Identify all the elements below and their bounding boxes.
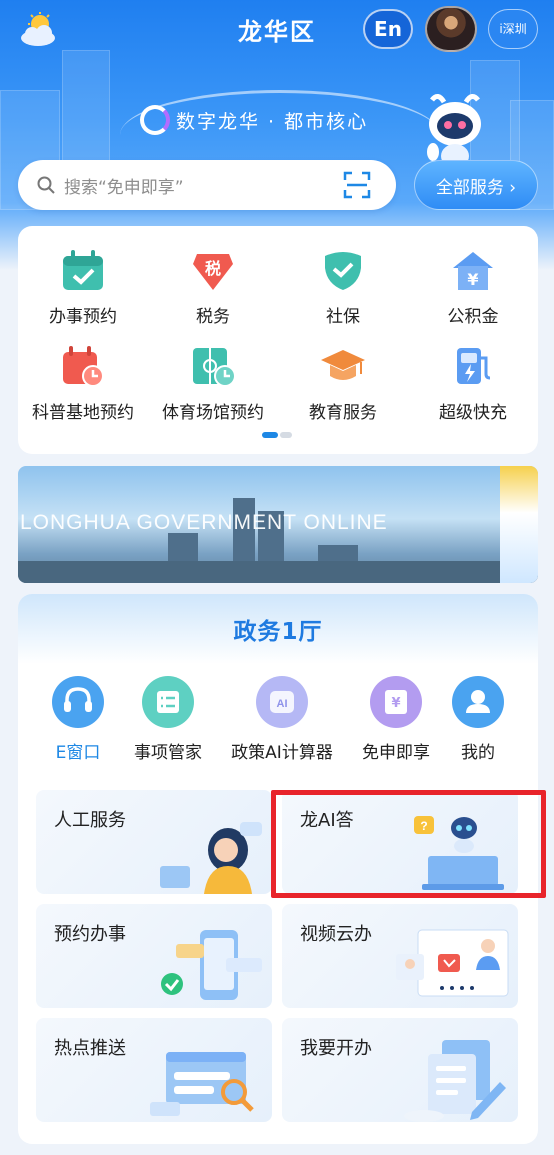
service-item-fast-charge[interactable]: 超级快充: [408, 344, 538, 423]
hall-entry-matters-manager[interactable]: 事项管家: [108, 676, 228, 763]
hall-entry-policy-ai-calculator[interactable]: AI 政策AI计算器: [222, 676, 342, 763]
service-item-housing-fund[interactable]: ¥ 公积金: [408, 248, 538, 327]
service-label: 税务: [196, 307, 230, 327]
service-label: 体育场馆预约: [162, 403, 264, 423]
service-tile-label: 我要开办: [300, 1038, 372, 1059]
promo-banner[interactable]: LONGHUA GOVERNMENT ONLINE: [18, 466, 538, 583]
service-label: 社保: [326, 307, 360, 327]
longhua-logo-icon: [140, 105, 170, 135]
housing-fund-icon: ¥: [453, 252, 493, 290]
service-label: 公积金: [447, 307, 499, 327]
service-item-science-base[interactable]: 科普基地预约: [18, 344, 148, 423]
mobile-appointment-icon: [161, 930, 262, 1000]
hall-entry-mine[interactable]: 我的: [418, 676, 538, 763]
service-item-tax[interactable]: 税 税务: [148, 248, 278, 327]
hall-title: 政务1厅: [233, 619, 323, 645]
language-toggle-button[interactable]: En: [363, 9, 413, 49]
yuan-document-icon: ¥: [370, 676, 422, 728]
user-avatar[interactable]: [425, 6, 477, 52]
all-services-button[interactable]: 全部服务 ›: [414, 160, 538, 210]
service-item-sports-venue[interactable]: 体育场馆预约: [148, 344, 278, 423]
service-tile-label: 视频云办: [300, 924, 372, 945]
hall-entry-label: 我的: [461, 743, 495, 763]
service-tile-label: 人工服务: [54, 810, 126, 831]
search-bar[interactable]: 搜索“免申即享”: [18, 160, 396, 210]
search-input[interactable]: 搜索“免申即享”: [64, 173, 342, 198]
banner-text: LONGHUA GOVERNMENT ONLINE: [20, 511, 388, 534]
city-switch-button[interactable]: i深圳: [488, 9, 538, 49]
service-tile-appointment[interactable]: 预约办事: [36, 904, 272, 1008]
calendar-check-icon: [63, 250, 103, 290]
fast-charge-icon: [457, 348, 491, 384]
service-label: 教育服务: [309, 403, 377, 423]
ai-icon: AI: [256, 676, 308, 728]
video-call-icon: [396, 929, 509, 997]
service-item-education[interactable]: 教育服务: [278, 344, 408, 423]
scan-icon[interactable]: [342, 170, 372, 200]
service-tile-hot-push[interactable]: 热点推送: [36, 1018, 272, 1122]
page-indicator: [262, 432, 292, 438]
search-document-icon: [150, 1052, 254, 1116]
hall-entry-label: 事项管家: [134, 743, 202, 763]
service-tile-manual-service[interactable]: 人工服务: [36, 790, 272, 894]
social-security-shield-icon: [325, 252, 361, 290]
header-slogan: 数字龙华 · 都市核心: [140, 104, 368, 136]
search-icon: [37, 176, 55, 194]
svg-text:税: 税: [205, 259, 221, 278]
service-tile-label: 热点推送: [54, 1038, 126, 1059]
svg-text:AI: AI: [277, 698, 288, 710]
service-item-social-security[interactable]: 社保: [278, 248, 408, 327]
robot-mascot-icon: [427, 94, 481, 168]
sports-venue-icon: [193, 348, 236, 387]
user-icon: [452, 676, 504, 728]
list-icon: [142, 676, 194, 728]
service-label: 科普基地预约: [32, 403, 134, 423]
svg-text:¥: ¥: [467, 270, 478, 289]
cityscape-decoration: [18, 561, 538, 583]
service-tile-start-business[interactable]: 我要开办: [282, 1018, 518, 1122]
tax-shield-icon: 税: [193, 254, 233, 290]
hall-entry-label: 政策AI计算器: [231, 743, 333, 763]
document-pen-icon: [404, 1040, 506, 1122]
graduation-cap-icon: [321, 350, 365, 380]
quick-services-card: 办事预约 税 税务 社保 ¥ 公积金 科普基地预约 体育场馆预约 教育服务 超级…: [18, 226, 538, 454]
service-label: 办事预约: [49, 307, 117, 327]
headset-icon: [52, 676, 104, 728]
banner-next-preview: [500, 466, 538, 583]
science-calendar-icon: [63, 346, 104, 387]
customer-service-agent-icon: [160, 822, 262, 894]
service-tile-label: 预约办事: [54, 924, 126, 945]
service-item-appointment[interactable]: 办事预约: [18, 248, 148, 327]
slogan-text: 数字龙华 · 都市核心: [176, 110, 369, 133]
svg-text:¥: ¥: [391, 696, 400, 711]
service-label: 超级快充: [439, 403, 507, 423]
service-tile-video-cloud[interactable]: 视频云办: [282, 904, 518, 1008]
highlight-box: [271, 790, 546, 898]
